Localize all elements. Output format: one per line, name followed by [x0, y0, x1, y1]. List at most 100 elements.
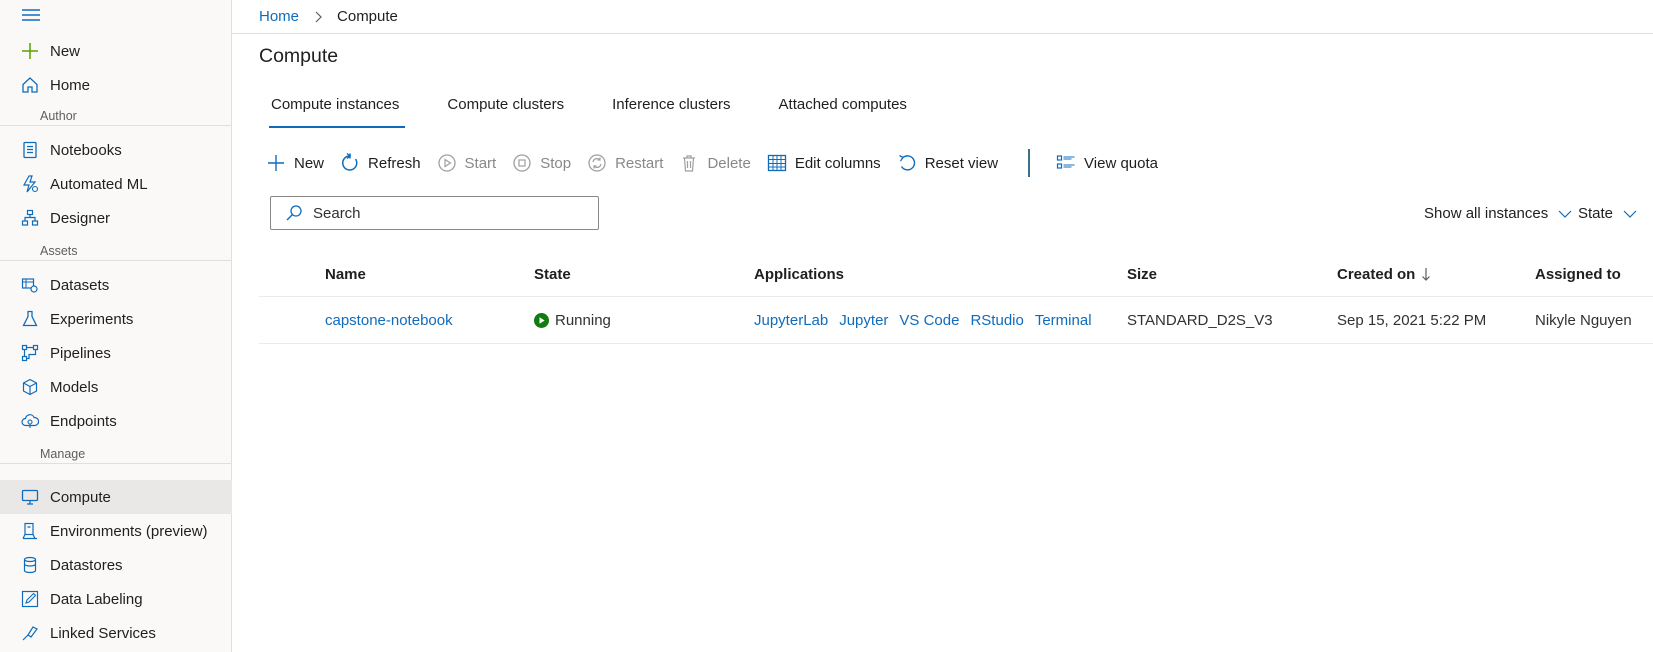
nav-label: Models: [50, 378, 99, 396]
state-cell: Running: [534, 297, 611, 343]
section-assets: Assets: [0, 244, 232, 261]
nav-label: Endpoints: [50, 412, 117, 430]
tab-list: Compute instances Compute clusters Infer…: [259, 90, 943, 128]
show-instances-dropdown[interactable]: Show all instances: [1424, 205, 1572, 222]
delete-button[interactable]: Delete: [679, 153, 751, 173]
nav-item-pipelines[interactable]: Pipelines: [0, 336, 232, 370]
app-link-vscode[interactable]: VS Code: [899, 312, 959, 329]
column-header-created-on[interactable]: Created on: [1337, 252, 1431, 296]
stop-label: Stop: [540, 154, 572, 172]
designer-icon: [21, 209, 39, 227]
nav-item-home[interactable]: Home: [0, 68, 232, 102]
start-label: Start: [464, 154, 497, 172]
nav-item-datasets[interactable]: Datasets: [0, 268, 232, 302]
compute-instances-table: Name State Applications Size Created on …: [259, 252, 1653, 344]
nav-item-datastores[interactable]: Datastores: [0, 548, 232, 582]
breadcrumb: Home Compute: [232, 0, 1653, 34]
search-input[interactable]: [311, 203, 595, 223]
chevron-right-icon: [313, 11, 323, 23]
command-bar: New Refresh Start Stop Restart Delete Ed…: [266, 148, 1174, 178]
restart-icon: [587, 153, 607, 173]
nav-label: Home: [50, 76, 91, 94]
state-text: Running: [555, 311, 611, 329]
plus-icon: [266, 153, 286, 173]
nav-item-experiments[interactable]: Experiments: [0, 302, 232, 336]
edit-columns-button[interactable]: Edit columns: [767, 153, 881, 173]
notebook-icon: [21, 141, 39, 159]
reset-view-button[interactable]: Reset view: [897, 153, 998, 173]
nav-label: Environments (preview): [50, 522, 208, 540]
nav-item-compute[interactable]: Compute: [0, 480, 232, 514]
applications-cell: JupyterLab Jupyter VS Code RStudio Termi…: [754, 297, 1103, 343]
column-header-size[interactable]: Size: [1127, 252, 1157, 296]
play-circle-icon: [437, 153, 457, 173]
state-filter-dropdown[interactable]: State: [1578, 205, 1637, 222]
section-author: Author: [0, 109, 232, 126]
section-label: Author: [40, 109, 83, 123]
nav-label: Datasets: [50, 276, 110, 294]
stop-button[interactable]: Stop: [512, 153, 571, 173]
link-icon: [21, 624, 39, 642]
nav-item-models[interactable]: Models: [0, 370, 232, 404]
column-header-applications[interactable]: Applications: [754, 252, 844, 296]
arrow-down-icon: [1421, 267, 1431, 281]
nav-label: Notebooks: [50, 141, 122, 159]
breadcrumb-home-link[interactable]: Home: [259, 8, 299, 25]
flask-icon: [21, 310, 39, 328]
section-manage: Manage: [0, 447, 232, 464]
chevron-down-icon: [1623, 209, 1637, 219]
instance-name-link[interactable]: capstone-notebook: [325, 312, 453, 329]
monitor-icon: [21, 488, 39, 506]
new-button[interactable]: New: [266, 153, 324, 173]
nav-item-linked-services[interactable]: Linked Services: [0, 616, 232, 650]
nav-item-endpoints[interactable]: Endpoints: [0, 404, 232, 438]
section-label: Assets: [40, 244, 84, 258]
column-header-assigned-to[interactable]: Assigned to: [1535, 252, 1621, 296]
chevron-down-icon: [1558, 209, 1572, 219]
nav-item-data-labeling[interactable]: Data Labeling: [0, 582, 232, 616]
tab-compute-clusters[interactable]: Compute clusters: [435, 90, 567, 122]
column-header-state[interactable]: State: [534, 252, 571, 296]
plus-icon: [21, 42, 39, 60]
nav-label: Linked Services: [50, 624, 156, 642]
refresh-label: Refresh: [368, 154, 421, 172]
running-status-icon: [534, 312, 549, 328]
tab-attached-computes[interactable]: Attached computes: [767, 90, 910, 122]
section-label: Manage: [40, 447, 92, 461]
nav-label: Datastores: [50, 556, 123, 574]
nav-item-environments[interactable]: Environments (preview): [0, 514, 232, 548]
cube-icon: [21, 378, 39, 396]
start-button[interactable]: Start: [437, 153, 497, 173]
app-link-terminal[interactable]: Terminal: [1035, 312, 1092, 329]
table-grid-icon: [767, 153, 787, 173]
app-link-jupyterlab[interactable]: JupyterLab: [754, 312, 828, 329]
app-link-jupyter[interactable]: Jupyter: [839, 312, 888, 329]
column-header-name[interactable]: Name: [325, 252, 366, 296]
nav-label: Data Labeling: [50, 590, 143, 608]
refresh-button[interactable]: Refresh: [340, 153, 421, 173]
tab-inference-clusters[interactable]: Inference clusters: [600, 90, 733, 122]
view-quota-button[interactable]: View quota: [1056, 153, 1158, 173]
nav-item-new[interactable]: New: [0, 34, 232, 68]
cloud-endpoint-icon: [21, 412, 39, 430]
restart-button[interactable]: Restart: [587, 153, 663, 173]
nav-item-notebooks[interactable]: Notebooks: [0, 133, 232, 167]
stop-circle-icon: [512, 153, 532, 173]
home-icon: [21, 76, 39, 94]
tab-compute-instances[interactable]: Compute instances: [259, 90, 406, 128]
size-cell: STANDARD_D2S_V3: [1127, 311, 1273, 329]
pipeline-icon: [21, 344, 39, 362]
hamburger-menu-icon[interactable]: [21, 8, 41, 22]
trash-icon: [679, 153, 699, 173]
nav-item-automated-ml[interactable]: Automated ML: [0, 167, 232, 201]
table-row[interactable]: capstone-notebook Running JupyterLab Jup…: [259, 297, 1653, 344]
nav-label: Compute: [50, 488, 111, 506]
app-link-rstudio[interactable]: RStudio: [970, 312, 1023, 329]
created-on-cell: Sep 15, 2021 5:22 PM: [1337, 311, 1487, 329]
edit-columns-label: Edit columns: [794, 154, 881, 172]
undo-icon: [897, 153, 917, 173]
reset-view-label: Reset view: [924, 154, 999, 172]
list-icon: [1056, 153, 1076, 173]
search-box[interactable]: [270, 196, 599, 230]
nav-item-designer[interactable]: Designer: [0, 201, 232, 235]
